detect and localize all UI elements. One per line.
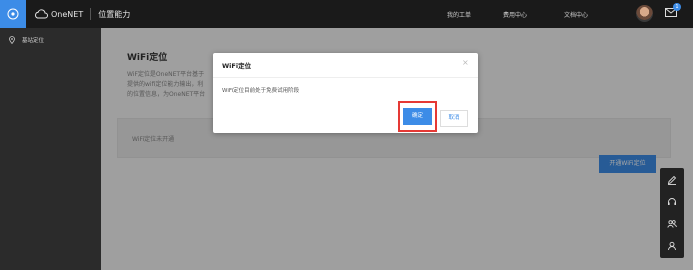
edit-tool[interactable] [660, 170, 684, 190]
top-bar: OneNET 位置能力 我的工单 费用中心 文档中心 1 [0, 0, 693, 28]
sidebar: 基站定位 [0, 28, 101, 270]
top-nav: 我的工单 费用中心 文档中心 [0, 0, 693, 28]
headset-icon [668, 198, 676, 205]
notification-badge: 1 [673, 3, 681, 11]
sidebar-item-label: 基站定位 [22, 38, 45, 44]
close-icon[interactable]: × [462, 58, 469, 67]
edit-icon [667, 175, 677, 185]
community-tool[interactable] [660, 214, 684, 234]
location-pin-icon [9, 36, 15, 44]
confirm-dialog: WiFi定位 × WiFi定位目前处于免费试用阶段 确定 取消 [213, 53, 478, 133]
cancel-button[interactable]: 取消 [440, 110, 468, 127]
confirm-highlight-box: 确定 [398, 101, 437, 132]
sidebar-item-cell-location[interactable]: 基站定位 [0, 33, 101, 47]
dialog-title: WiFi定位 [222, 62, 252, 70]
nav-billing-center[interactable]: 费用中心 [503, 10, 527, 19]
users-icon [667, 220, 677, 228]
nav-docs-center[interactable]: 文档中心 [564, 10, 588, 19]
floating-toolbar [660, 168, 684, 258]
account-tool[interactable] [660, 236, 684, 256]
avatar[interactable] [636, 5, 653, 22]
dialog-message: WiFi定位目前处于免费试用阶段 [222, 88, 300, 94]
support-tool[interactable] [660, 192, 684, 212]
confirm-button[interactable]: 确定 [403, 108, 432, 125]
nav-my-tickets[interactable]: 我的工单 [447, 10, 471, 19]
user-icon [668, 241, 676, 251]
dialog-divider [213, 77, 478, 78]
